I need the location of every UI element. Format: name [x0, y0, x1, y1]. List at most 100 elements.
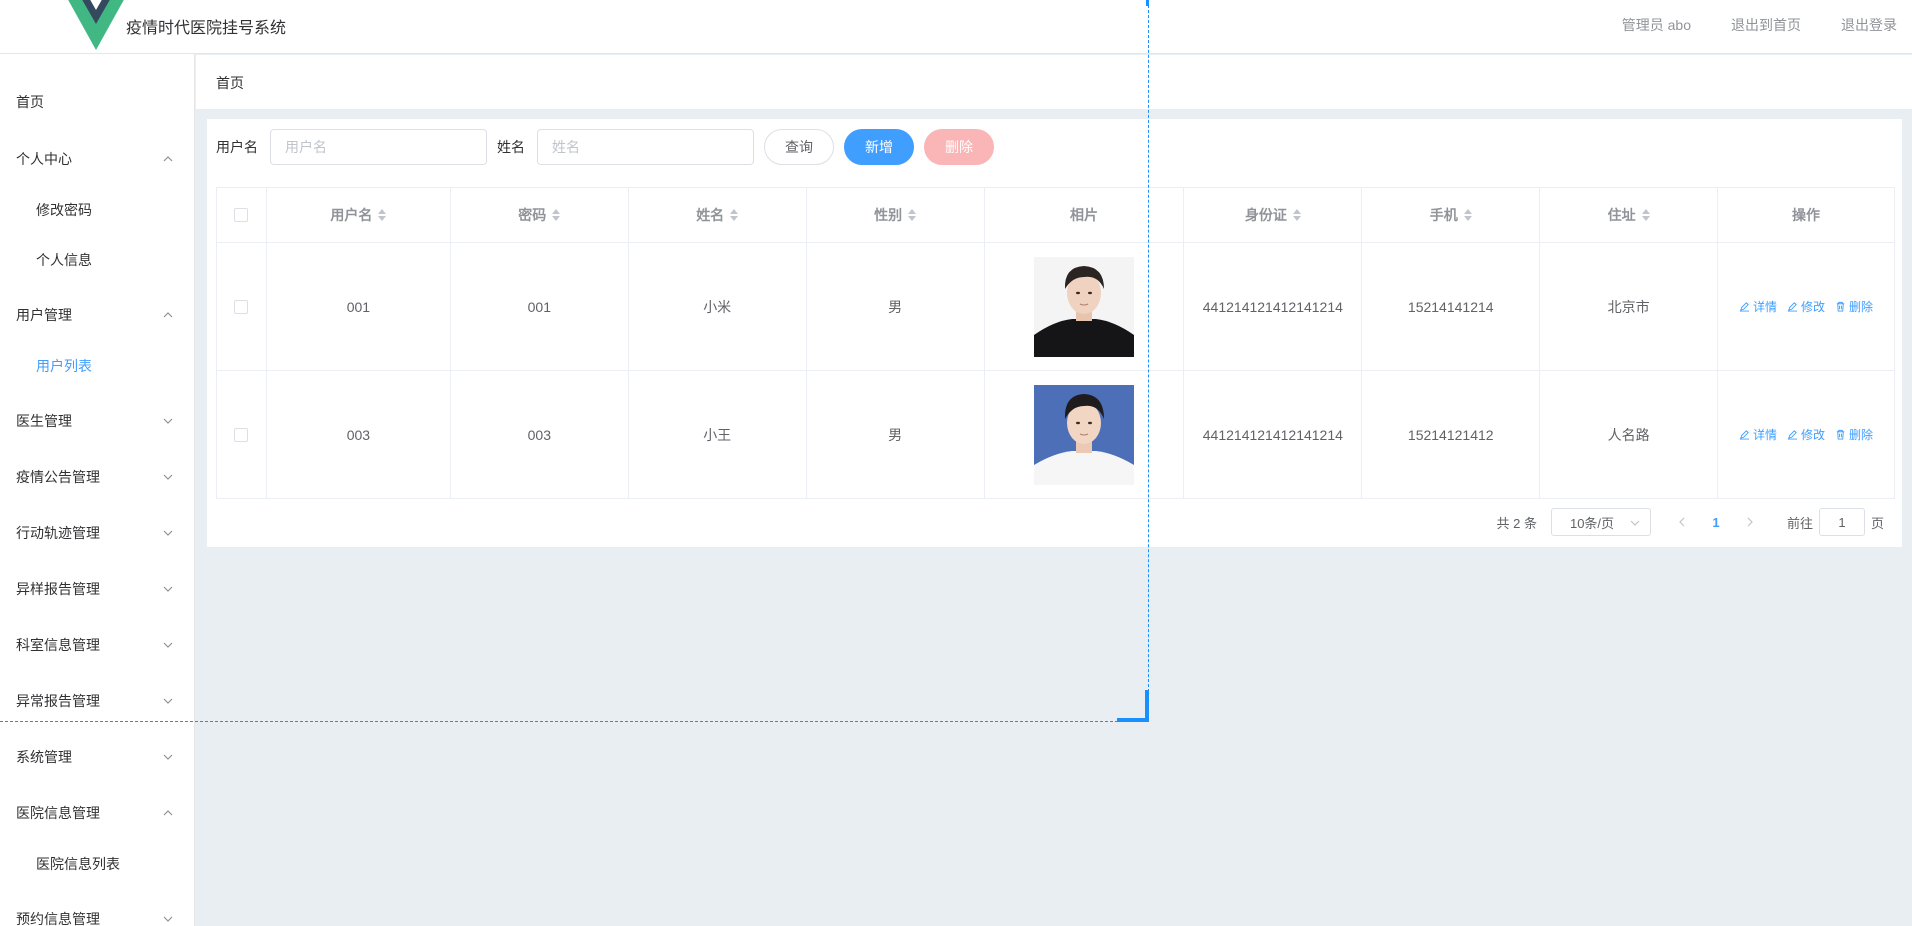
select-all-checkbox[interactable] [234, 208, 249, 222]
detail-label: 详情 [1753, 428, 1778, 442]
chevron-down-icon [162, 415, 174, 427]
sidebar-group-epidemic-notice[interactable]: 疫情公告管理 [0, 449, 194, 505]
detail-button[interactable]: 详情 [1739, 298, 1777, 315]
prev-page-button[interactable] [1667, 508, 1697, 536]
username-label: 用户名 [216, 139, 258, 155]
cell-password: 003 [451, 371, 629, 498]
user-photo[interactable] [1033, 256, 1134, 357]
sidebar-item-label: 首页 [16, 94, 44, 110]
sidebar-item-label: 医生管理 [16, 413, 72, 429]
sidebar-item-personal-info[interactable]: 个人信息 [0, 235, 194, 285]
header-phone[interactable]: 手机 [1362, 188, 1541, 242]
chevron-down-icon [162, 695, 174, 707]
sort-icon[interactable] [552, 209, 561, 221]
sidebar-item-hospital-info-list[interactable]: 医院信息列表 [0, 839, 194, 889]
row-delete-button[interactable]: 删除 [1835, 298, 1873, 315]
name-label: 姓名 [497, 139, 525, 155]
sidebar-item-home[interactable]: 首页 [0, 74, 194, 130]
cell-actions: 详情 修改 删除 [1718, 243, 1895, 370]
top-header: 疫情时代医院挂号系统 管理员 abo 退出到首页 退出登录 [0, 0, 1912, 54]
cell-username: 001 [267, 243, 451, 370]
sort-icon[interactable] [730, 209, 739, 221]
edit-icon [1739, 430, 1750, 440]
header-id-card[interactable]: 身份证 [1184, 188, 1363, 242]
sidebar-group-abnormal-sample-report[interactable]: 异样报告管理 [0, 561, 194, 617]
sort-icon[interactable] [1292, 209, 1301, 221]
add-button[interactable]: 新增 [844, 129, 914, 165]
edit-icon [1739, 302, 1750, 312]
cell-password: 001 [451, 243, 629, 370]
sidebar-group-personal-center[interactable]: 个人中心 [0, 131, 194, 187]
page-suffix: 页 [1870, 515, 1884, 531]
page-size-value: 10条/页 [1569, 515, 1615, 531]
sidebar-group-system-management[interactable]: 系统管理 [0, 729, 194, 785]
edit-icon [1787, 430, 1798, 440]
sidebar-item-label: 系统管理 [16, 749, 72, 765]
row-checkbox[interactable] [234, 427, 249, 442]
name-search-input[interactable] [537, 129, 754, 165]
sidebar-item-user-list[interactable]: 用户列表 [0, 341, 194, 391]
cell-photo [985, 371, 1185, 498]
sidebar-group-appointment-info[interactable]: 预约信息管理 [0, 891, 194, 926]
page-number-current[interactable]: 1 [1697, 508, 1735, 536]
table-header-row: 用户名 密码 姓名 性别 相片 身份证 手机 住址 操作 [217, 188, 1895, 243]
app-title: 疫情时代医院挂号系统 [126, 20, 287, 37]
header-password[interactable]: 密码 [451, 188, 629, 242]
goto-page-input[interactable] [1818, 508, 1865, 536]
header-label: 手机 [1429, 207, 1458, 223]
sidebar-item-change-password[interactable]: 修改密码 [0, 185, 194, 235]
sort-icon[interactable] [1641, 209, 1650, 221]
page-size-select[interactable]: 10条/页 [1550, 508, 1651, 536]
selection-corner-handle[interactable] [1117, 718, 1149, 722]
exit-to-home-link[interactable]: 退出到首页 [1731, 15, 1801, 35]
header-address[interactable]: 住址 [1540, 188, 1719, 242]
search-form: 用户名 姓名 查询 新增 删除 [216, 129, 1004, 165]
sort-icon[interactable] [1463, 209, 1472, 221]
header-label: 姓名 [696, 207, 725, 223]
username-search-input[interactable] [270, 129, 487, 165]
admin-label: 管理员 abo [1621, 17, 1691, 33]
selection-border-right [1148, 0, 1149, 722]
logout-link[interactable]: 退出登录 [1841, 15, 1897, 35]
sidebar-group-hospital-info[interactable]: 医院信息管理 [0, 785, 194, 841]
sort-icon[interactable] [908, 209, 917, 221]
delete-button[interactable]: 删除 [924, 129, 994, 165]
table-row: 003 003 小王 男 441214121412141214 15214121… [217, 371, 1895, 499]
chevron-down-icon [1630, 520, 1640, 526]
chevron-down-icon [162, 751, 174, 763]
query-button[interactable]: 查询 [764, 129, 834, 165]
cell-id-card: 441214121412141214 [1184, 371, 1363, 498]
cell-actions: 详情 修改 删除 [1718, 371, 1895, 498]
header-label: 操作 [1792, 207, 1821, 223]
sidebar-group-track-management[interactable]: 行动轨迹管理 [0, 505, 194, 561]
chevron-down-icon [162, 583, 174, 595]
chevron-down-icon [162, 913, 174, 925]
next-page-button[interactable] [1735, 508, 1765, 536]
sidebar-item-label: 修改密码 [36, 202, 92, 218]
header-label: 相片 [1069, 207, 1098, 223]
cell-phone: 15214141214 [1362, 243, 1541, 370]
content-panel: 用户名 姓名 查询 新增 删除 用户名 密码 姓名 性别 相片 身份证 手机 住… [207, 119, 1902, 547]
detail-button[interactable]: 详情 [1739, 426, 1777, 443]
sidebar-item-label: 异常报告管理 [16, 693, 100, 709]
cell-address: 人名路 [1540, 371, 1719, 498]
table-row: 001 001 小米 男 441214121412141214 15214141… [217, 243, 1895, 371]
sidebar-group-user-management[interactable]: 用户管理 [0, 287, 194, 343]
header-name[interactable]: 姓名 [629, 188, 807, 242]
user-photo[interactable] [1033, 384, 1134, 485]
header-username[interactable]: 用户名 [267, 188, 451, 242]
breadcrumb[interactable]: 首页 [216, 73, 244, 93]
header-gender[interactable]: 性别 [807, 188, 985, 242]
sidebar-group-department-info[interactable]: 科室信息管理 [0, 617, 194, 673]
sidebar-group-doctor-management[interactable]: 医生管理 [0, 393, 194, 449]
chevron-up-icon [162, 807, 174, 819]
edit-button[interactable]: 修改 [1787, 426, 1825, 443]
delete-label: 删除 [1849, 428, 1874, 442]
edit-button[interactable]: 修改 [1787, 298, 1825, 315]
total-count: 共 2 条 [1496, 515, 1537, 531]
vue-logo-icon [68, 0, 124, 50]
row-delete-button[interactable]: 删除 [1835, 426, 1873, 443]
sort-icon[interactable] [378, 209, 387, 221]
row-select-cell [217, 243, 267, 370]
row-checkbox[interactable] [234, 299, 249, 314]
